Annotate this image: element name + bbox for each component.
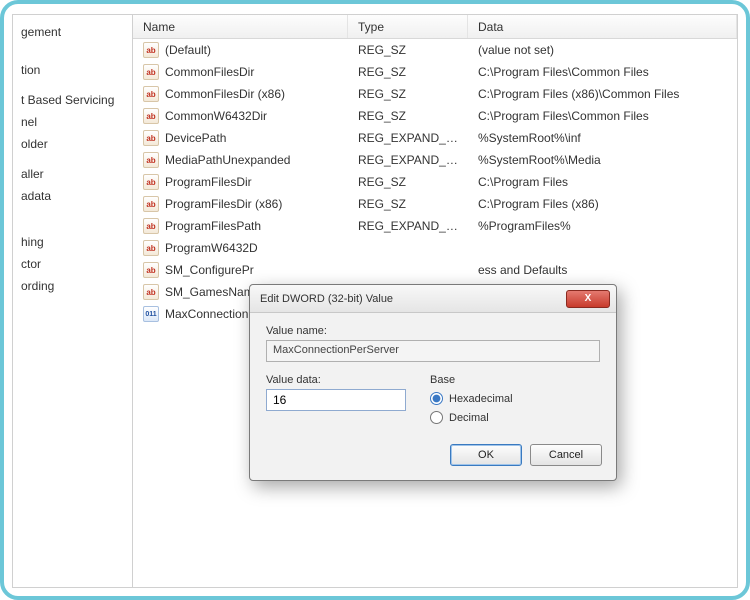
table-row[interactable]: ab ProgramFilesDir REG_SZC:\Program Files — [133, 171, 737, 193]
table-row[interactable]: ab SM_GamesName — [133, 281, 737, 303]
tree-item[interactable]: older — [13, 133, 126, 155]
tree-item[interactable] — [13, 207, 126, 215]
row-name: MaxConnection — [165, 307, 248, 321]
row-name: ProgramFilesPath — [165, 219, 261, 233]
row-type: REG_SZ — [348, 107, 468, 125]
row-type — [348, 312, 468, 316]
row-data: (value not set) — [468, 41, 737, 59]
string-value-icon: ab — [143, 86, 159, 102]
row-name: DevicePath — [165, 131, 226, 145]
tree-item[interactable] — [13, 223, 126, 231]
tree-item[interactable]: ording — [13, 275, 126, 297]
tree-item[interactable] — [13, 81, 126, 89]
value-list: Name Type Data ab(Default)REG_SZ(value n… — [133, 15, 737, 587]
string-value-icon: ab — [143, 42, 159, 58]
tree-item[interactable]: hing — [13, 231, 126, 253]
tree-item[interactable] — [13, 51, 126, 59]
table-row[interactable]: ab DevicePath REG_EXPAND_SZ%SystemRoot%\in… — [133, 127, 737, 149]
string-value-icon: ab — [143, 174, 159, 190]
tree-item[interactable] — [13, 215, 126, 223]
row-type: REG_EXPAND_SZ — [348, 129, 468, 147]
row-data: %ProgramFiles% — [468, 217, 737, 235]
table-row[interactable]: ab CommonFilesDir REG_SZC:\Program Files\C… — [133, 61, 737, 83]
string-value-icon: ab — [143, 64, 159, 80]
row-data — [468, 246, 737, 250]
list-rows: ab(Default)REG_SZ(value not set)abCommon… — [133, 39, 737, 587]
table-row[interactable]: 011 MaxConnection — [133, 303, 737, 325]
row-type: REG_SZ — [348, 85, 468, 103]
table-row[interactable]: ab SM_ConfigurePr ess and Defaults — [133, 259, 737, 281]
row-name: (Default) — [165, 43, 211, 57]
string-value-icon: ab — [143, 218, 159, 234]
row-data: ess and Defaults — [468, 261, 737, 279]
string-value-icon: ab — [143, 196, 159, 212]
string-value-icon: ab — [143, 108, 159, 124]
row-type: REG_SZ — [348, 63, 468, 81]
row-name: SM_ConfigurePr — [165, 263, 254, 277]
tree-item[interactable] — [13, 43, 126, 51]
string-value-icon: ab — [143, 130, 159, 146]
string-value-icon: ab — [143, 284, 159, 300]
row-data: C:\Program Files\Common Files — [468, 63, 737, 81]
column-header-type[interactable]: Type — [348, 15, 468, 38]
row-data — [468, 312, 737, 316]
row-type: REG_EXPAND_SZ — [348, 151, 468, 169]
table-row[interactable]: ab (Default) REG_SZ(value not set) — [133, 39, 737, 61]
row-name: SM_GamesName — [165, 285, 260, 299]
tree-item[interactable]: ctor — [13, 253, 126, 275]
column-header-name[interactable]: Name — [133, 15, 348, 38]
list-header: Name Type Data — [133, 15, 737, 39]
row-data: C:\Program Files\Common Files — [468, 107, 737, 125]
tree-item[interactable]: t Based Servicing — [13, 89, 126, 111]
row-type — [348, 268, 468, 272]
tree-item[interactable] — [13, 155, 126, 163]
tree-item[interactable]: tion — [13, 59, 126, 81]
app-frame: gement tion t Based Servicingnelolder aller… — [0, 0, 750, 600]
row-name: ProgramFilesDir (x86) — [165, 197, 282, 211]
table-row[interactable]: ab CommonFilesDir (x86) REG_SZC:\Program F… — [133, 83, 737, 105]
row-data: C:\Program Files — [468, 173, 737, 191]
row-type — [348, 246, 468, 250]
tree-item[interactable]: aller — [13, 163, 126, 185]
row-data — [468, 290, 737, 294]
string-value-icon: ab — [143, 152, 159, 168]
table-row[interactable]: ab ProgramW6432D — [133, 237, 737, 259]
tree-item[interactable]: adata — [13, 185, 126, 207]
string-value-icon: ab — [143, 240, 159, 256]
row-name: CommonW6432Dir — [165, 109, 267, 123]
row-name: ProgramW6432D — [165, 241, 258, 255]
row-data: %SystemRoot%\inf — [468, 129, 737, 147]
column-header-data[interactable]: Data — [468, 15, 737, 38]
row-name: MediaPathUnexpanded — [165, 153, 290, 167]
row-name: ProgramFilesDir — [165, 175, 252, 189]
row-type: REG_SZ — [348, 173, 468, 191]
row-type — [348, 290, 468, 294]
table-row[interactable]: ab ProgramFilesPath REG_EXPAND_SZ%ProgramF… — [133, 215, 737, 237]
row-name: CommonFilesDir — [165, 65, 254, 79]
tree-item[interactable]: nel — [13, 111, 126, 133]
tree-item[interactable]: gement — [13, 21, 126, 43]
table-row[interactable]: ab ProgramFilesDir (x86) REG_SZC:\Program … — [133, 193, 737, 215]
table-row[interactable]: ab MediaPathUnexpanded REG_EXPAND_SZ%Syste… — [133, 149, 737, 171]
binary-value-icon: 011 — [143, 306, 159, 322]
row-name: CommonFilesDir (x86) — [165, 87, 285, 101]
table-row[interactable]: ab CommonW6432Dir REG_SZC:\Program Files\C… — [133, 105, 737, 127]
row-type: REG_SZ — [348, 195, 468, 213]
row-data: C:\Program Files (x86) — [468, 195, 737, 213]
registry-editor: gement tion t Based Servicingnelolder aller… — [12, 14, 738, 588]
row-data: %SystemRoot%\Media — [468, 151, 737, 169]
string-value-icon: ab — [143, 262, 159, 278]
row-type: REG_EXPAND_SZ — [348, 217, 468, 235]
row-type: REG_SZ — [348, 41, 468, 59]
row-data: C:\Program Files (x86)\Common Files — [468, 85, 737, 103]
tree-panel[interactable]: gement tion t Based Servicingnelolder aller… — [13, 15, 133, 587]
